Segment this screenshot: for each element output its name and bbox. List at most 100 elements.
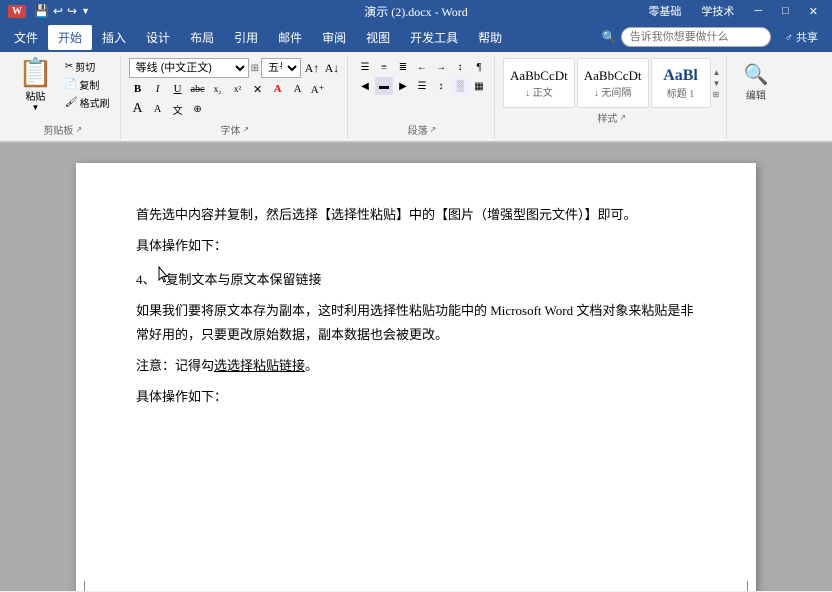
style-scroll-buttons: ▲ ▼ ⊞ bbox=[713, 68, 721, 99]
paragraph-label: 段落 ↗ bbox=[408, 122, 437, 137]
paragraph-2: 具体操作如下： bbox=[136, 234, 696, 257]
paragraph-expand-icon[interactable]: ↗ bbox=[430, 125, 437, 134]
menu-view[interactable]: 视图 bbox=[356, 25, 400, 50]
menu-insert[interactable]: 插入 bbox=[92, 25, 136, 50]
font-size-row: A A 文 ⊕ bbox=[129, 100, 341, 118]
cut-button[interactable]: ✂ 剪切 bbox=[61, 58, 114, 75]
clipboard-small-buttons: ✂ 剪切 📄 复制 🖌 格式刷 bbox=[61, 58, 114, 111]
align-left-button[interactable]: ◀ bbox=[356, 77, 374, 95]
show-marks-button[interactable]: ¶ bbox=[470, 58, 488, 76]
font-expand-icon[interactable]: ↗ bbox=[242, 125, 249, 134]
multilevel-list-button[interactable]: ≣ bbox=[394, 58, 412, 76]
style-no-space[interactable]: AaBbCcDt ↓ 无间隔 bbox=[577, 58, 649, 108]
border-button[interactable]: ▦ bbox=[470, 77, 488, 95]
search-area: 🔍 ♂ 共享 bbox=[602, 26, 828, 48]
underline-button[interactable]: U bbox=[169, 80, 187, 98]
quick-more[interactable]: ▼ bbox=[81, 6, 90, 16]
paste-button[interactable]: 📋 粘贴 ▼ bbox=[12, 58, 59, 114]
styles-label: 样式 ↗ bbox=[597, 110, 626, 125]
quick-redo[interactable]: ↪ bbox=[67, 4, 77, 19]
numbering-button[interactable]: ≡ bbox=[375, 58, 393, 76]
strikethrough-button[interactable]: abc bbox=[189, 80, 207, 98]
title-bar: W 💾 ↩ ↪ ▼ 演示 (2).docx - Word 零基础 学技术 ─ □… bbox=[0, 0, 832, 22]
zero-basis-btn[interactable]: 零基础 bbox=[642, 3, 687, 19]
scroll-up-button[interactable]: ▲ bbox=[713, 68, 721, 77]
styles-expand-icon[interactable]: ↗ bbox=[619, 113, 626, 122]
phonetic-guide[interactable]: 文 bbox=[169, 100, 187, 118]
maximize-btn[interactable]: □ bbox=[776, 5, 795, 17]
menu-review[interactable]: 审阅 bbox=[312, 25, 356, 50]
style-heading1[interactable]: AaBl 标题 1 bbox=[651, 58, 711, 108]
paragraph-group: ☰ ≡ ≣ ← → ↕ ¶ ◀ ▬ ▶ ☰ ↕ ░ ▦ 段落 ↗ bbox=[350, 56, 495, 139]
menu-developer[interactable]: 开发工具 bbox=[400, 25, 468, 50]
paragraph-1: 首先选中内容并复制，然后选择【选择性粘贴】中的【图片（增强型图元文件）】即可。 bbox=[136, 203, 696, 226]
style-normal[interactable]: AaBbCcDt ↓ 正文 bbox=[503, 58, 575, 108]
line-spacing-button[interactable]: ↕ bbox=[432, 77, 450, 95]
search-large-icon: 🔍 bbox=[743, 62, 768, 87]
quick-save[interactable]: 💾 bbox=[34, 4, 49, 19]
font-size-large[interactable]: A bbox=[129, 100, 147, 118]
shading-button[interactable]: ░ bbox=[451, 77, 469, 95]
scroll-down-button[interactable]: ▼ bbox=[713, 79, 721, 88]
decrease-font-button[interactable]: A↓ bbox=[323, 59, 341, 77]
minimize-btn[interactable]: ─ bbox=[748, 5, 768, 17]
menu-home[interactable]: 开始 bbox=[48, 25, 92, 50]
title-bar-right: 零基础 学技术 ─ □ ✕ bbox=[642, 3, 824, 19]
paragraph-row1: ☰ ≡ ≣ ← → ↕ ¶ bbox=[356, 58, 488, 76]
search-icon: 🔍 bbox=[602, 30, 617, 45]
corner-mark-bottom-left bbox=[84, 581, 98, 591]
align-right-button[interactable]: ▶ bbox=[394, 77, 412, 95]
editing-button[interactable]: 🔍 编辑 bbox=[735, 58, 776, 137]
increase-font-button[interactable]: A↑ bbox=[303, 59, 321, 77]
justify-button[interactable]: ☰ bbox=[413, 77, 431, 95]
font-label: 字体 ↗ bbox=[220, 122, 249, 137]
enclose-char[interactable]: ⊕ bbox=[189, 100, 207, 118]
quick-undo[interactable]: ↩ bbox=[53, 4, 63, 19]
menu-layout[interactable]: 布局 bbox=[180, 25, 224, 50]
editing-group: 🔍 编辑 bbox=[729, 56, 782, 139]
copy-icon: 📄 bbox=[65, 79, 77, 90]
tech-btn[interactable]: 学技术 bbox=[695, 3, 740, 19]
search-input[interactable] bbox=[621, 27, 771, 47]
corner-mark-bottom-right bbox=[734, 581, 748, 591]
close-btn[interactable]: ✕ bbox=[803, 5, 824, 18]
italic-button[interactable]: I bbox=[149, 80, 167, 98]
paragraph-6: 具体操作如下： bbox=[136, 385, 696, 408]
subscript-button[interactable]: x₂ bbox=[209, 80, 227, 98]
highlight-button[interactable]: A bbox=[289, 80, 307, 98]
menu-references[interactable]: 引用 bbox=[224, 25, 268, 50]
scissors-icon: ✂ bbox=[65, 61, 73, 72]
ribbon: 📋 粘贴 ▼ ✂ 剪切 📄 复制 🖌 格式刷 剪贴板 bbox=[0, 52, 832, 143]
decrease-indent-button[interactable]: ← bbox=[413, 58, 431, 76]
font-size-small[interactable]: A bbox=[149, 100, 167, 118]
menu-mailings[interactable]: 邮件 bbox=[268, 25, 312, 50]
sort-button[interactable]: ↕ bbox=[451, 58, 469, 76]
font-name-expand: ⊞ bbox=[251, 63, 259, 74]
menu-help[interactable]: 帮助 bbox=[468, 25, 512, 50]
clipboard-label: 剪贴板 ↗ bbox=[43, 122, 82, 137]
font-size-select[interactable]: 五号 bbox=[261, 58, 301, 78]
font-format-row: B I U abc x₂ x² ✕ A A A⁺ bbox=[129, 80, 341, 98]
paragraph-3: 4、 复制文本与原文本保留链接 bbox=[136, 266, 696, 291]
document-area: 首先选中内容并复制，然后选择【选择性粘贴】中的【图片（增强型图元文件）】即可。 … bbox=[0, 143, 832, 591]
scroll-more-button[interactable]: ⊞ bbox=[713, 90, 721, 99]
font-name-select[interactable]: 等线 (中文正文) bbox=[129, 58, 249, 78]
title-bar-left: W 💾 ↩ ↪ ▼ bbox=[8, 4, 90, 19]
ribbon-content: 📋 粘贴 ▼ ✂ 剪切 📄 复制 🖌 格式刷 剪贴板 bbox=[0, 52, 832, 142]
format-painter-button[interactable]: 🖌 格式刷 bbox=[61, 94, 114, 111]
font-color-button[interactable]: A bbox=[269, 80, 287, 98]
copy-button[interactable]: 📄 复制 bbox=[61, 76, 114, 93]
increase-indent-button[interactable]: → bbox=[432, 58, 450, 76]
align-center-button[interactable]: ▬ bbox=[375, 77, 393, 95]
bold-button[interactable]: B bbox=[129, 80, 147, 98]
clear-format-button[interactable]: ✕ bbox=[249, 80, 267, 98]
text-effect-button[interactable]: A⁺ bbox=[309, 80, 327, 98]
menu-design[interactable]: 设计 bbox=[136, 25, 180, 50]
menu-file[interactable]: 文件 bbox=[4, 25, 48, 50]
clipboard-expand-icon[interactable]: ↗ bbox=[75, 125, 82, 134]
share-button[interactable]: ♂ 共享 bbox=[775, 26, 828, 48]
paragraph-5: 注意：记得勾选选择粘贴链接。 bbox=[136, 354, 696, 377]
superscript-button[interactable]: x² bbox=[229, 80, 247, 98]
font-group: 等线 (中文正文) ⊞ 五号 A↑ A↓ B I U abc x₂ x² ✕ A… bbox=[123, 56, 348, 139]
bullets-button[interactable]: ☰ bbox=[356, 58, 374, 76]
